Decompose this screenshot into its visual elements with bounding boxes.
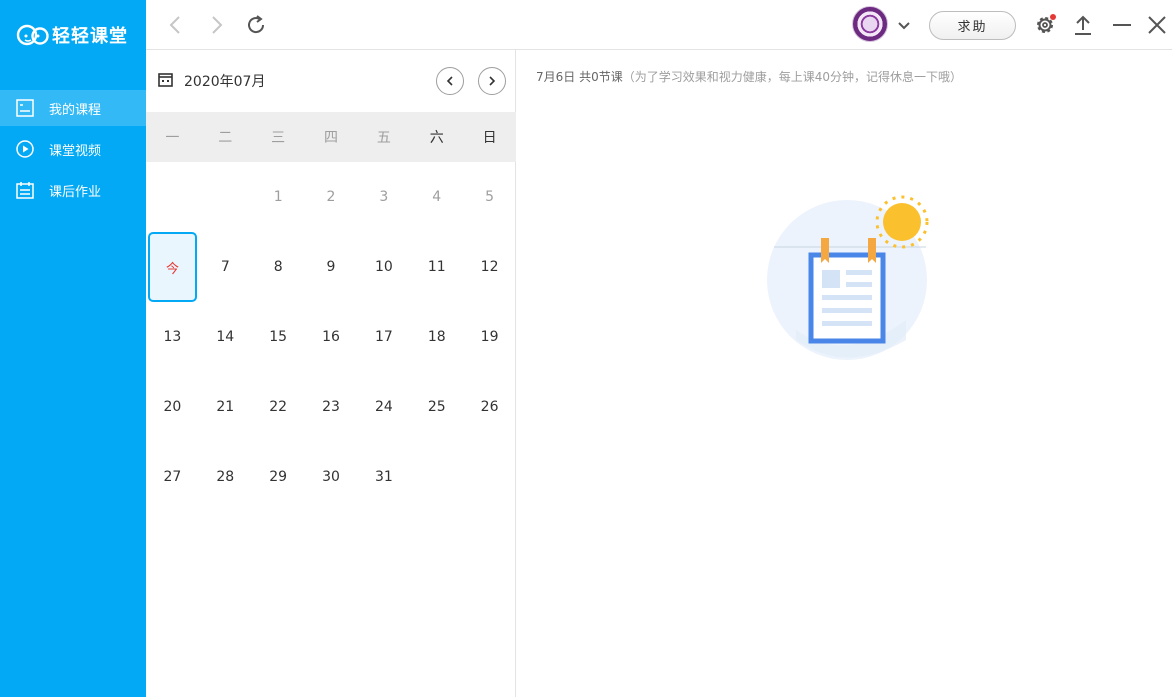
calendar-day[interactable]: 9: [305, 232, 358, 302]
avatar[interactable]: [852, 6, 888, 42]
calendar-day[interactable]: 28: [199, 442, 252, 512]
calendar-week: 20 21 22 23 24 25 26: [146, 372, 516, 442]
weekday-label: 日: [482, 130, 497, 146]
calendar-day-empty: [463, 442, 516, 512]
calendar-day[interactable]: 17: [357, 302, 410, 372]
calendar-day[interactable]: 22: [252, 372, 305, 442]
calendar-grid: 1 2 3 4 5 今 7 8 9 10 11 12 13 14 15 16 1…: [146, 162, 516, 512]
chevron-right-icon: [489, 76, 496, 86]
weekday-label: 四: [324, 130, 338, 146]
calendar-day[interactable]: 20: [146, 372, 199, 442]
calendar-day[interactable]: 30: [305, 442, 358, 512]
calendar-day[interactable]: 16: [305, 302, 358, 372]
calendar-day[interactable]: 24: [357, 372, 410, 442]
calendar-week: 1 2 3 4 5: [146, 162, 516, 232]
sidebar-item-label: 课后作业: [49, 184, 102, 200]
sidebar-item-homework[interactable]: 课后作业: [0, 172, 146, 208]
day-summary: 7月6日 共0节课（为了学习效果和视力健康，每上课40分钟，记得休息一下哦）: [536, 68, 962, 85]
calendar-day[interactable]: 23: [305, 372, 358, 442]
calendar-day[interactable]: 15: [252, 302, 305, 372]
upload-button[interactable]: [1071, 13, 1095, 37]
weekday-label: 二: [218, 130, 233, 146]
calendar-day[interactable]: 25: [410, 372, 463, 442]
calendar-day[interactable]: 21: [199, 372, 252, 442]
play-circle-icon: [16, 140, 34, 158]
calendar-day[interactable]: 10: [357, 232, 410, 302]
sidebar-item-label: 我的课程: [49, 102, 102, 118]
sidebar-item-my-courses[interactable]: 我的课程: [0, 90, 146, 126]
upload-icon: [1075, 15, 1091, 35]
calendar-day[interactable]: 27: [146, 442, 199, 512]
schedule-panel: 7月6日 共0节课（为了学习效果和视力健康，每上课40分钟，记得休息一下哦）: [516, 50, 1172, 697]
calendar-day-empty: [199, 162, 252, 232]
homework-icon: [16, 181, 34, 199]
month-label: 2020年07月: [184, 74, 266, 90]
calendar-day[interactable]: 29: [252, 442, 305, 512]
calendar-panel: 2020年07月 一 二 三 四 五 六 日 1 2 3 4 5 今 7 8 9…: [146, 50, 516, 697]
sidebar-item-class-videos[interactable]: 课堂视频: [0, 131, 146, 167]
sidebar: 轻轻课堂 我的课程 课堂视频 课后作业: [0, 0, 146, 697]
forward-button[interactable]: [204, 13, 228, 37]
logo-icon: [16, 24, 49, 46]
summary-date: 7月6日 共0节课: [536, 70, 623, 84]
calendar-week: 13 14 15 16 17 18 19: [146, 302, 516, 372]
sidebar-item-label: 课堂视频: [49, 143, 102, 159]
refresh-icon: [248, 15, 265, 34]
calendar-week: 27 28 29 30 31: [146, 442, 516, 512]
calendar-day[interactable]: 1: [252, 162, 305, 232]
calendar-day[interactable]: 12: [463, 232, 516, 302]
calendar-day[interactable]: 13: [146, 302, 199, 372]
calendar-day[interactable]: 31: [357, 442, 410, 512]
chevron-down-icon: [898, 22, 910, 30]
back-arrow-icon: [169, 16, 180, 34]
calendar-day-today[interactable]: 今: [146, 232, 199, 302]
calendar-week: 今 7 8 9 10 11 12: [146, 232, 516, 302]
calendar-day-empty: [146, 162, 199, 232]
calendar-day[interactable]: 26: [463, 372, 516, 442]
prev-month-button[interactable]: [436, 67, 464, 95]
notification-dot: [1050, 14, 1056, 20]
calendar-day[interactable]: 4: [410, 162, 463, 232]
calendar-header: 2020年07月: [146, 50, 516, 112]
weekday-label: 三: [271, 130, 286, 146]
close-icon: [1148, 16, 1166, 34]
course-list-icon: [16, 99, 34, 117]
help-button[interactable]: 求助: [929, 11, 1016, 40]
calendar-day[interactable]: 18: [410, 302, 463, 372]
calendar-day[interactable]: 11: [410, 232, 463, 302]
calendar-day[interactable]: 8: [252, 232, 305, 302]
calendar-day[interactable]: 14: [199, 302, 252, 372]
back-button[interactable]: [164, 13, 188, 37]
forward-arrow-icon: [212, 16, 223, 34]
summary-hint: （为了学习效果和视力健康，每上课40分钟，记得休息一下哦）: [622, 70, 963, 84]
calendar-day[interactable]: 19: [463, 302, 516, 372]
calendar-day[interactable]: 5: [463, 162, 516, 232]
minimize-button[interactable]: [1110, 13, 1134, 37]
calendar-icon: [158, 73, 173, 87]
refresh-button[interactable]: [244, 13, 268, 37]
today-label: 今: [148, 232, 197, 302]
calendar-day[interactable]: 3: [357, 162, 410, 232]
settings-button[interactable]: [1033, 13, 1057, 37]
next-month-button[interactable]: [478, 67, 506, 95]
calendar-day[interactable]: 2: [305, 162, 358, 232]
weekday-header: 一 二 三 四 五 六 日: [146, 112, 516, 162]
app-window: 轻轻课堂 我的课程 课堂视频 课后作业 求助 2020年07月 一 二 三 四 …: [0, 0, 1172, 697]
weekday-label: 六: [429, 130, 444, 146]
weekday-label: 一: [165, 130, 180, 146]
calendar-day[interactable]: 7: [199, 232, 252, 302]
calendar-day-empty: [410, 442, 463, 512]
chevron-left-icon: [446, 76, 453, 86]
app-logo: 轻轻课堂: [16, 20, 128, 50]
title-bar: 求助: [146, 0, 1172, 50]
weekday-label: 五: [376, 130, 391, 146]
app-name: 轻轻课堂: [52, 26, 128, 47]
minimize-icon: [1113, 24, 1131, 26]
account-menu-button[interactable]: [892, 13, 916, 37]
close-button[interactable]: [1145, 13, 1169, 37]
empty-schedule-illustration: [767, 195, 929, 360]
